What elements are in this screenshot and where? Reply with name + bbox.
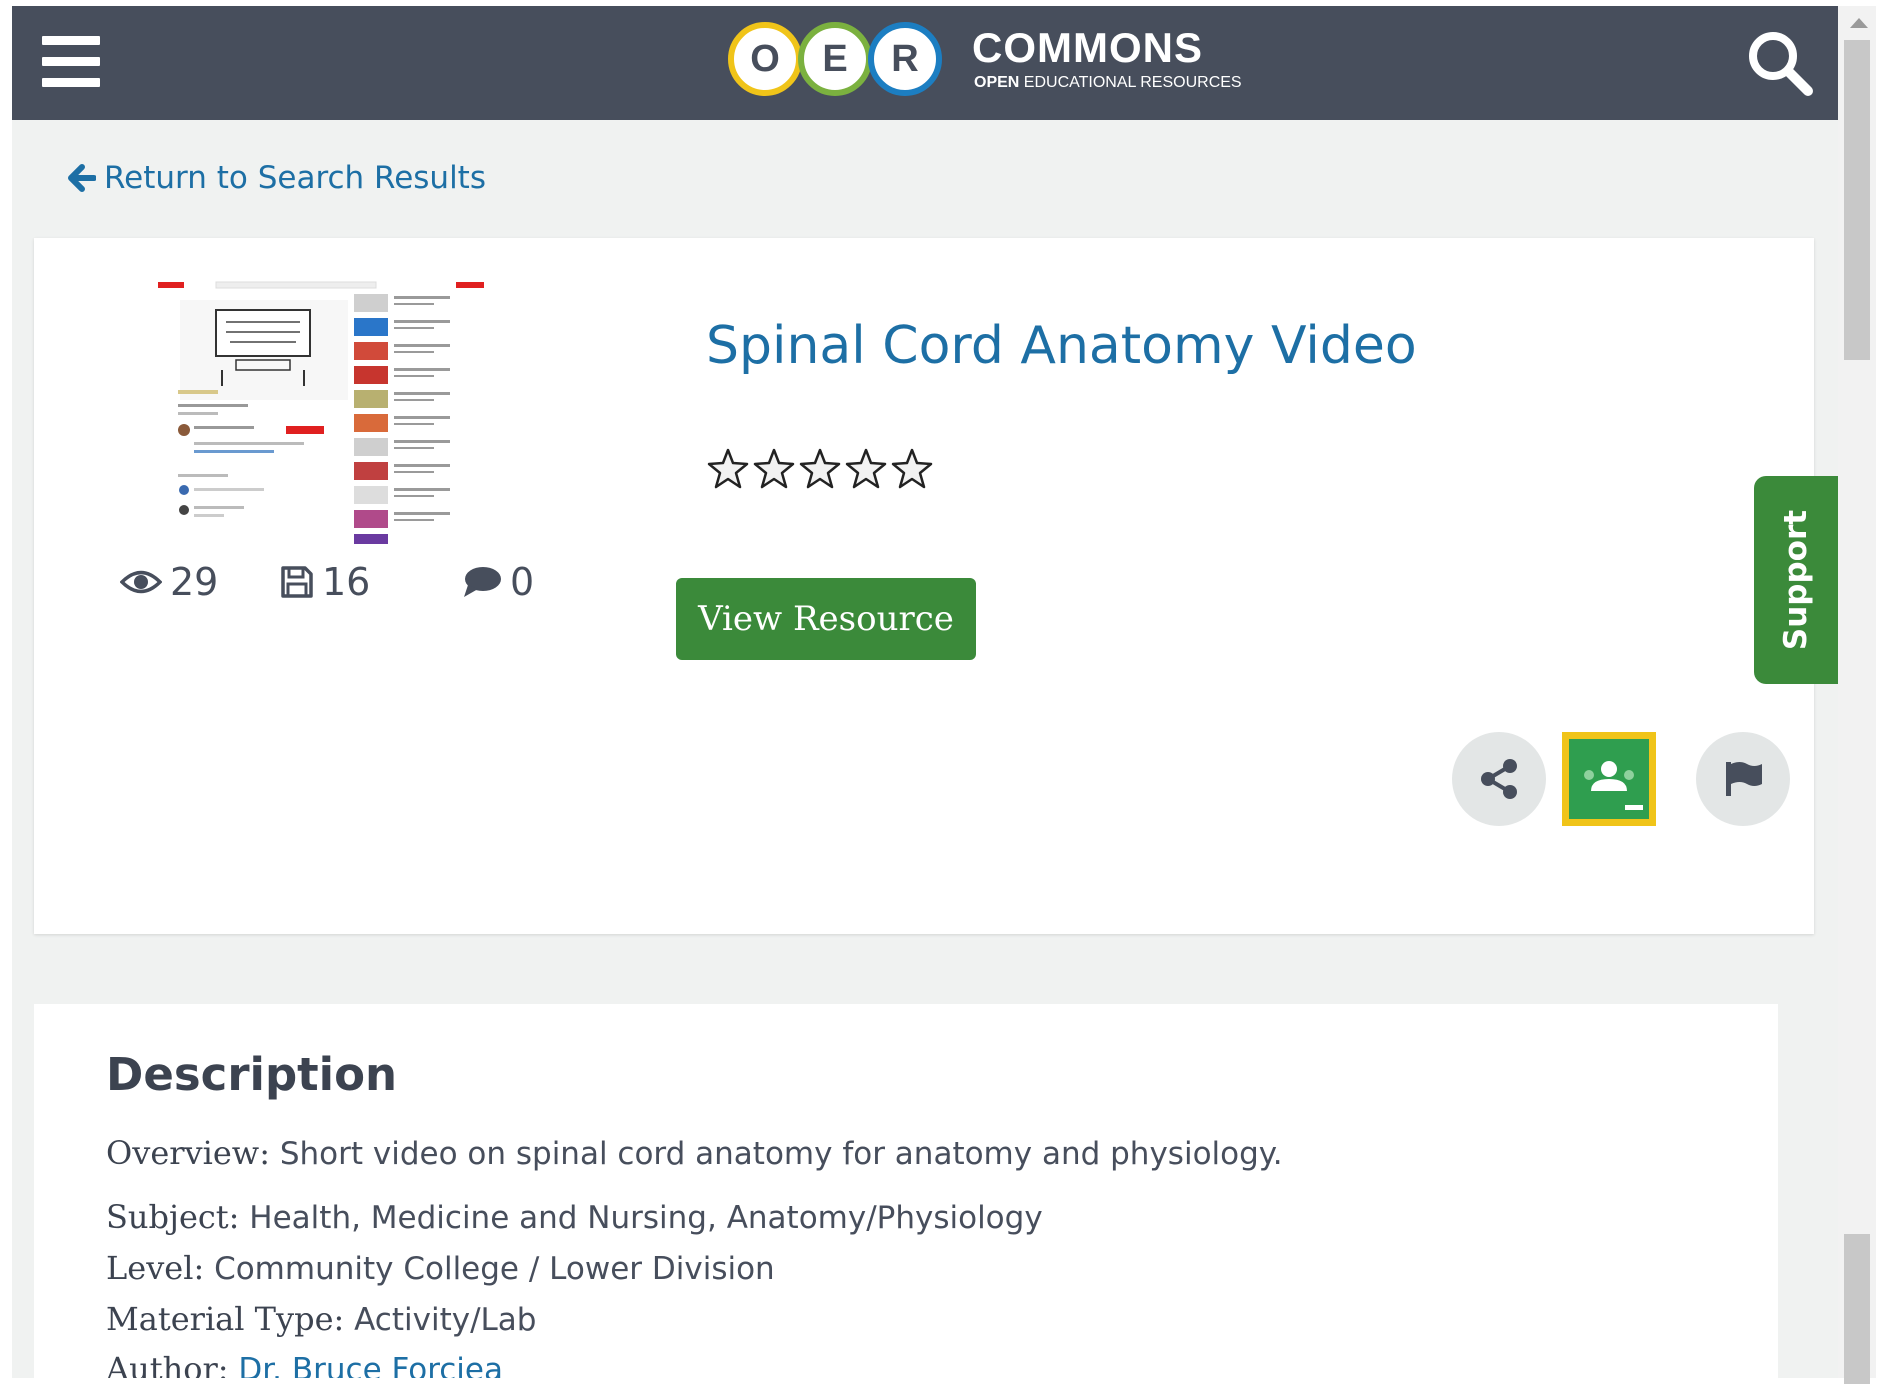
resource-summary-card: 29 16 0 Spinal Cord Anatomy Video View R… [34, 238, 1814, 934]
author-link[interactable]: Dr. Bruce Forciea [238, 1352, 503, 1378]
resource-stats: 29 16 0 [120, 560, 540, 610]
star-icon[interactable] [890, 446, 934, 490]
return-link-label: Return to Search Results [104, 160, 486, 196]
material-type-row: Material Type: Activity/Lab [106, 1300, 537, 1338]
search-icon[interactable] [1745, 28, 1815, 98]
rating-stars[interactable] [706, 446, 936, 490]
vertical-scrollbar[interactable] [1838, 6, 1876, 1384]
subject-row: Subject: Health, Medicine and Nursing, A… [106, 1198, 1043, 1236]
star-icon[interactable] [798, 446, 842, 490]
browser-viewport: O E R COMMONS OPEN EDUCATIONAL RESOURCES… [12, 6, 1838, 1378]
star-icon[interactable] [752, 446, 796, 490]
saves-count: 16 [322, 560, 371, 604]
logo-letter-e: E [798, 22, 872, 96]
scrollbar-track-segment[interactable] [1844, 1234, 1870, 1384]
scroll-up-arrow-icon[interactable] [1850, 18, 1868, 28]
logo-title: COMMONS [972, 24, 1203, 71]
star-icon[interactable] [706, 446, 750, 490]
resource-title: Spinal Cord Anatomy Video [706, 316, 1417, 376]
save-icon [281, 566, 313, 598]
logo-letter-r: R [868, 22, 942, 96]
view-resource-button[interactable]: View Resource [676, 578, 976, 660]
google-classroom-button[interactable] [1562, 732, 1656, 826]
views-stat: 29 [120, 560, 218, 604]
comment-icon [464, 567, 501, 597]
logo-subtitle: OPEN EDUCATIONAL RESOURCES [974, 74, 1242, 91]
author-row: Author: Dr. Bruce Forciea [106, 1350, 503, 1378]
description-section: Description Overview: Short video on spi… [34, 1004, 1778, 1378]
flag-icon[interactable] [1696, 732, 1790, 826]
arrow-left-icon [68, 164, 96, 192]
comments-stat: 0 [462, 560, 534, 604]
views-count: 29 [170, 560, 219, 604]
share-icon[interactable] [1452, 732, 1546, 826]
level-row: Level: Community College / Lower Divisio… [106, 1249, 775, 1287]
overview-row: Overview: Short video on spinal cord ana… [106, 1134, 1283, 1172]
logo-letter-o: O [728, 22, 802, 96]
oer-commons-logo[interactable]: O E R COMMONS OPEN EDUCATIONAL RESOURCES [712, 14, 1242, 110]
support-label: Support [1778, 509, 1814, 651]
return-to-search-link[interactable]: Return to Search Results [68, 160, 486, 196]
hamburger-menu-icon[interactable] [42, 34, 102, 90]
top-navigation-bar: O E R COMMONS OPEN EDUCATIONAL RESOURCES [12, 6, 1838, 120]
resource-thumbnail[interactable] [156, 278, 496, 546]
google-classroom-icon [1569, 739, 1649, 819]
support-tab[interactable]: Support [1754, 476, 1838, 684]
comments-count: 0 [510, 560, 535, 604]
saves-stat: 16 [280, 560, 370, 604]
star-icon[interactable] [844, 446, 888, 490]
scrollbar-thumb[interactable] [1844, 40, 1870, 360]
eye-icon [120, 570, 162, 594]
description-heading: Description [106, 1048, 398, 1101]
